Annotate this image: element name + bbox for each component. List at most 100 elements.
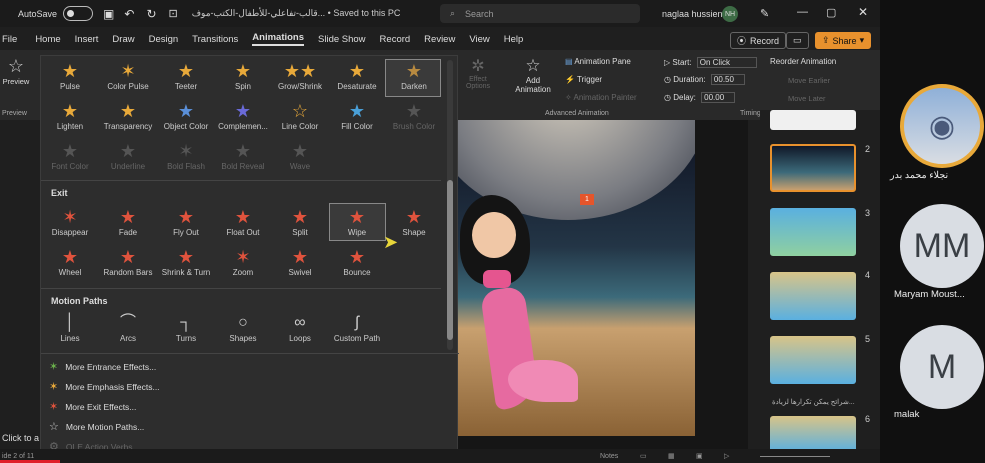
effect-fill-color[interactable]: ★ Fill Color <box>328 100 386 131</box>
effect-brush-color[interactable]: ★ Brush Color <box>385 100 443 131</box>
minimize-icon[interactable]: — <box>797 6 808 18</box>
effect-wave[interactable]: ★ Wave <box>271 140 329 171</box>
effect-wheel[interactable]: ★ Wheel <box>41 246 99 277</box>
more-entrance-effects[interactable]: ✶ More Entrance Effects... <box>49 360 156 373</box>
thumbnail-3[interactable] <box>770 208 856 256</box>
effect-zoom[interactable]: ✶ Zoom <box>214 246 272 277</box>
thumbnail-6[interactable] <box>770 416 856 452</box>
save-icon[interactable]: ▣ <box>103 7 114 21</box>
record-button[interactable]: ⦿ Record <box>730 32 787 49</box>
autosave-toggle[interactable] <box>63 6 94 21</box>
tab-insert[interactable]: Insert <box>75 34 99 45</box>
thumbnail-2[interactable] <box>770 144 856 192</box>
close-icon[interactable]: ✕ <box>858 5 868 19</box>
effect-underline[interactable]: ★ Underline <box>99 140 157 171</box>
add-animation-button[interactable]: ☆ Add Animation <box>510 56 556 94</box>
trigger-button[interactable]: ⚡ Trigger <box>565 75 602 84</box>
effect-teeter[interactable]: ★ Teeter <box>157 60 215 91</box>
path-custom[interactable]: ʃ Custom Path <box>328 312 386 343</box>
effect-grow-shrink[interactable]: ★★ Grow/Shrink <box>271 60 329 91</box>
normal-view-icon[interactable]: ▭ <box>640 452 647 460</box>
effect-wipe[interactable]: ★ Wipe <box>328 206 386 237</box>
effect-fly-out[interactable]: ★ Fly Out <box>157 206 215 237</box>
path-turns[interactable]: ┐ Turns <box>157 312 215 343</box>
comments-button[interactable]: ▭ <box>786 32 809 49</box>
path-shapes[interactable]: ○ Shapes <box>214 312 272 343</box>
move-later-button[interactable]: Move Later <box>788 94 826 103</box>
effect-lighten[interactable]: ★ Lighten <box>41 100 99 131</box>
delay-input[interactable]: 00.00 <box>701 92 736 103</box>
effect-spin[interactable]: ★ Spin <box>214 60 272 91</box>
tab-help[interactable]: Help <box>504 34 524 45</box>
search-box[interactable]: ⌕ Search <box>440 4 640 23</box>
tab-draw[interactable]: Draw <box>112 34 134 45</box>
record-label: Record <box>750 35 780 46</box>
maximize-icon[interactable]: ▢ <box>826 6 836 19</box>
undo-icon[interactable]: ↶ <box>124 7 134 21</box>
participant-avatar-m[interactable]: M <box>900 325 984 409</box>
path-lines[interactable]: │ Lines <box>41 312 99 343</box>
gallery-scrollbar[interactable] <box>447 60 453 350</box>
effect-color-pulse[interactable]: ✶ Color Pulse <box>99 60 157 91</box>
effect-transparency[interactable]: ★ Transparency <box>99 100 157 131</box>
reading-view-icon[interactable]: ▣ <box>696 452 703 460</box>
duration-input[interactable]: 00.50 <box>710 74 745 85</box>
scrollbar-thumb[interactable] <box>447 180 453 340</box>
effect-split[interactable]: ★ Split <box>271 206 329 237</box>
effect-pulse[interactable]: ★ Pulse <box>41 60 99 91</box>
user-avatar[interactable]: NH <box>722 6 738 22</box>
pen-icon[interactable]: ✎ <box>760 7 769 20</box>
effect-desaturate[interactable]: ★ Desaturate <box>328 60 386 91</box>
redo-icon[interactable]: ↻ <box>146 7 156 21</box>
more-motion-paths[interactable]: ☆ More Motion Paths... <box>49 420 144 433</box>
tab-review[interactable]: Review <box>424 34 455 45</box>
effect-options-button[interactable]: ✲ Effect Options <box>458 56 498 90</box>
user-name[interactable]: naglaa hussien <box>662 9 723 19</box>
tab-design[interactable]: Design <box>149 34 179 45</box>
thumbnail-1[interactable] <box>770 110 856 130</box>
tab-slide-show[interactable]: Slide Show <box>318 34 366 45</box>
duration-row: ◷ Duration: 00.50 <box>664 74 745 85</box>
tab-animations[interactable]: Animations <box>252 32 305 46</box>
tab-transitions[interactable]: Transitions <box>192 34 238 45</box>
start-select[interactable]: On Click <box>696 57 757 68</box>
animation-painter-button[interactable]: ✧ Animation Painter <box>565 93 637 102</box>
effect-bold-reveal[interactable]: ★ Bold Reveal <box>214 140 272 171</box>
tab-file[interactable]: File <box>2 34 17 45</box>
tab-home[interactable]: Home <box>35 34 60 45</box>
sorter-view-icon[interactable]: ▦ <box>668 452 675 460</box>
effect-bounce[interactable]: ★ Bounce <box>328 246 386 277</box>
effect-float-out[interactable]: ★ Float Out <box>214 206 272 237</box>
tab-record[interactable]: Record <box>380 34 411 45</box>
path-arcs[interactable]: ⌒ Arcs <box>99 312 157 343</box>
effect-swivel[interactable]: ★ Swivel <box>271 246 329 277</box>
effect-darken[interactable]: ★ Darken <box>385 60 443 91</box>
tab-view[interactable]: View <box>469 34 489 45</box>
effect-shrink-turn[interactable]: ★ Shrink & Turn <box>157 246 215 277</box>
participant-photo[interactable]: ◉ <box>900 84 984 168</box>
participant-avatar-mm[interactable]: MM <box>900 204 984 288</box>
effect-fade[interactable]: ★ Fade <box>99 206 157 237</box>
effect-random-bars[interactable]: ★ Random Bars <box>99 246 157 277</box>
path-loops[interactable]: ∞ Loops <box>271 312 329 343</box>
thumbnail-5[interactable] <box>770 336 856 384</box>
preview-button[interactable]: ☆ Preview <box>2 56 30 86</box>
effect-disappear[interactable]: ✶ Disappear <box>41 206 99 237</box>
animation-pane-button[interactable]: ▤ Animation Pane <box>565 57 631 66</box>
slideshow-view-icon[interactable]: ▷ <box>724 452 729 460</box>
effect-bold-flash[interactable]: ✶ Bold Flash <box>157 140 215 171</box>
present-icon[interactable]: ⊡ <box>169 7 178 20</box>
effect-complementary[interactable]: ★ Complemen... <box>214 100 272 131</box>
thumbnail-4[interactable] <box>770 272 856 320</box>
effect-line-color[interactable]: ☆ Line Color <box>271 100 329 131</box>
notes-button[interactable]: Notes <box>600 453 618 460</box>
animation-tag[interactable]: 1 <box>580 194 594 205</box>
move-earlier-button[interactable]: Move Earlier <box>788 76 830 85</box>
more-exit-effects[interactable]: ✶ More Exit Effects... <box>49 400 136 413</box>
effect-font-color[interactable]: ★ Font Color <box>41 140 99 171</box>
share-button[interactable]: ⇪ Share ▾ <box>815 32 872 49</box>
zoom-slider[interactable] <box>760 456 830 457</box>
effect-object-color[interactable]: ★ Object Color <box>157 100 215 131</box>
more-emphasis-effects[interactable]: ✶ More Emphasis Effects... <box>49 380 160 393</box>
slide-preview[interactable]: 1 <box>458 120 695 436</box>
